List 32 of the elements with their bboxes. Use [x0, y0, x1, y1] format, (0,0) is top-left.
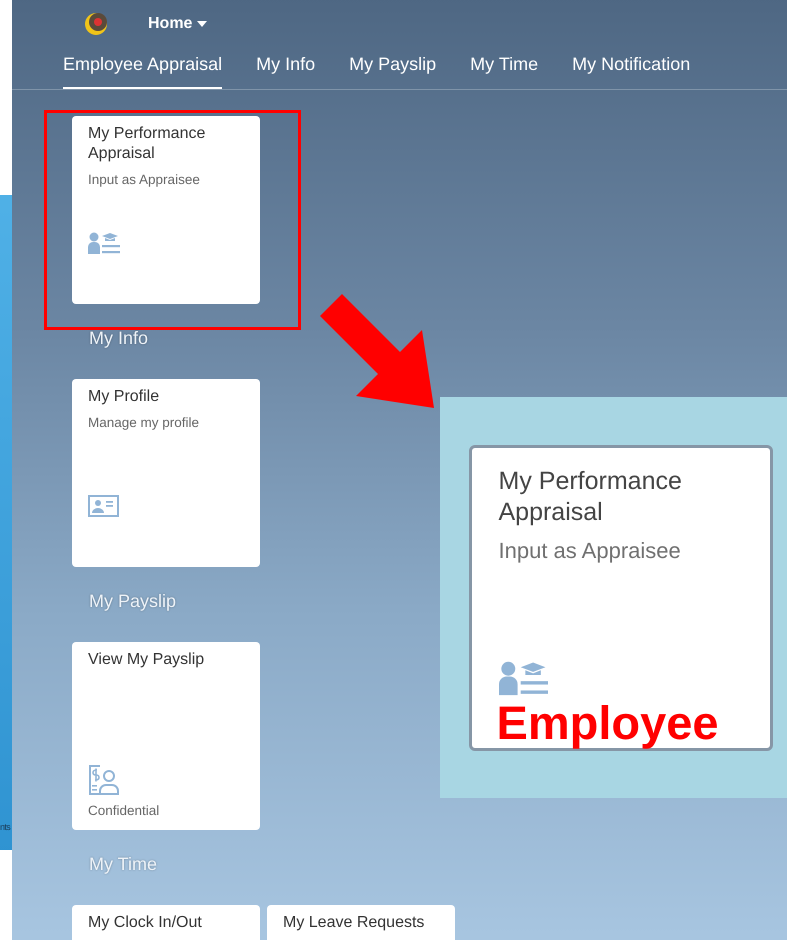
group-title: My Info [89, 328, 150, 349]
id-card-icon [88, 495, 119, 517]
group-title: My Time [89, 854, 158, 875]
group-title: My Payslip [89, 591, 178, 612]
tile-subtitle: Input as Appraisee [498, 538, 682, 564]
app-tile[interactable]: View My Payslip Confidential [72, 642, 260, 830]
tile-title: My Profile [88, 387, 160, 407]
tile-title: My Performance Appraisal [88, 124, 206, 164]
nav-tab[interactable]: My Notification [572, 54, 690, 89]
nav-tab[interactable]: My Info [256, 54, 316, 89]
home-menu-button[interactable]: Home [148, 15, 208, 33]
company-logo [84, 12, 108, 36]
tile-title: My Performance Appraisal [498, 466, 683, 528]
tile-subtitle: Input as Appraisee [88, 172, 201, 187]
person-cap-icon [88, 232, 120, 254]
annotation-label: Employee [496, 698, 720, 748]
person-cap-icon [498, 661, 548, 696]
tile-subtitle: Manage my profile [88, 415, 200, 430]
tile-title: My Leave Requests [283, 913, 426, 933]
app-tile[interactable]: My Leave Requests [267, 905, 455, 940]
nav-tab[interactable]: Employee Appraisal [63, 54, 222, 89]
payslip-person-icon [88, 765, 120, 795]
app-tile[interactable]: My Clock In/Out [72, 905, 260, 940]
app-tile[interactable]: My Performance Appraisal Input as Appraisee [72, 116, 260, 304]
background-window-text: nts [0, 822, 12, 832]
nav-tab[interactable]: My Time [470, 54, 538, 89]
caret-icon [197, 21, 208, 27]
tile-title: View My Payslip [88, 650, 206, 670]
tile-footer: Confidential [88, 803, 244, 818]
app-tile[interactable]: My Profile Manage my profile [72, 379, 260, 567]
nav-tab[interactable]: My Payslip [349, 54, 436, 89]
tile-title: My Clock In/Out [88, 913, 203, 933]
